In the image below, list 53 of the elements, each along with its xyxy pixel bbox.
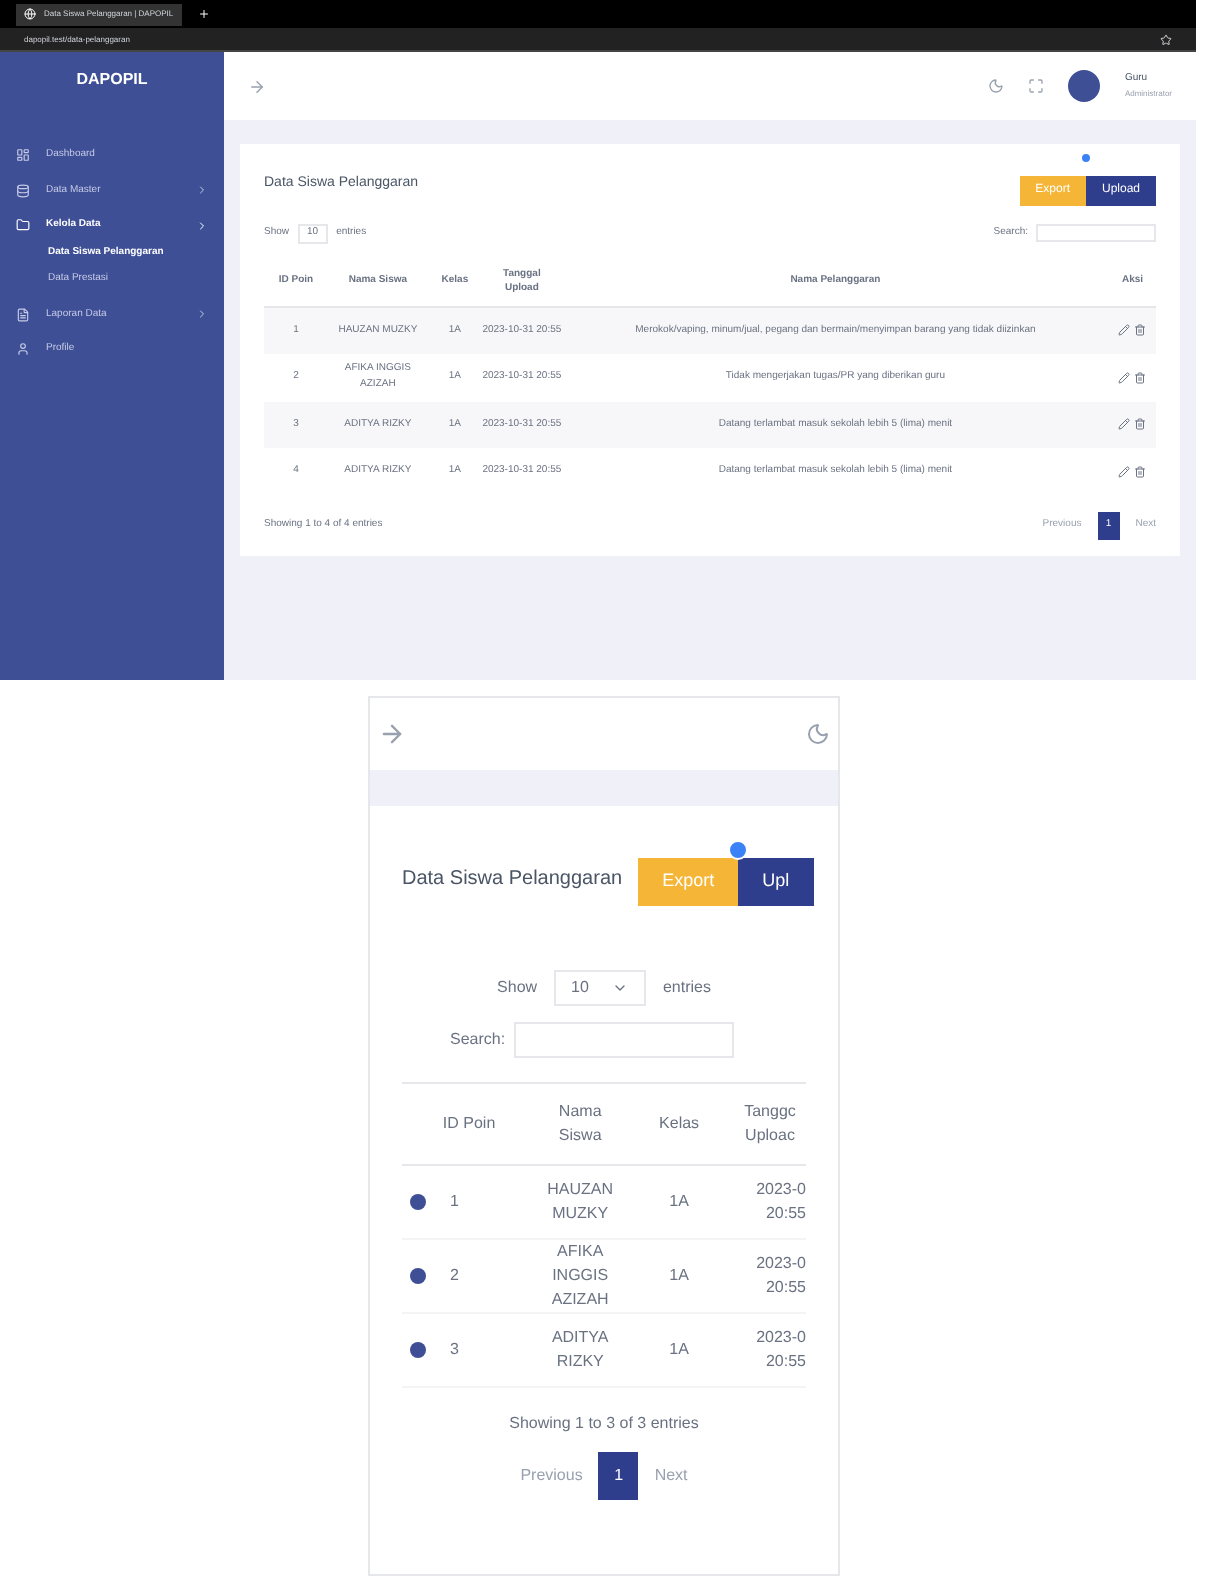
new-tab-icon[interactable] — [197, 8, 210, 20]
arrow-right-icon[interactable] — [248, 77, 266, 95]
search-label: Search: — [450, 1027, 506, 1051]
table-cell: 1A — [624, 1238, 734, 1312]
entries-label: entries — [662, 975, 711, 999]
moon-icon[interactable] — [806, 722, 830, 746]
table-cell: 1A — [624, 1164, 734, 1238]
expand-icon[interactable] — [410, 1341, 426, 1357]
next-link[interactable]: Next — [654, 1463, 688, 1487]
column-header[interactable]: Tanggc Uploac — [734, 1082, 806, 1164]
edit-icon[interactable] — [1118, 324, 1131, 337]
page-title: Data Siswa Pelanggaran — [402, 866, 623, 895]
search-field[interactable] — [1036, 224, 1156, 243]
column-header[interactable]: ID Poin — [402, 1082, 537, 1164]
table-cell: 3 — [450, 1337, 459, 1361]
table-cell: 1A — [624, 1312, 734, 1386]
database-icon — [16, 183, 30, 198]
table-cell: HAUZAN MUZKY — [536, 1164, 625, 1238]
page-button[interactable]: 1 — [598, 1451, 639, 1499]
edit-icon[interactable] — [1118, 371, 1131, 384]
action-button[interactable]: Upl — [738, 858, 814, 905]
previous-link[interactable]: Previous — [520, 1463, 583, 1487]
table-cell: 2023-0 20:55 — [734, 1238, 806, 1312]
table-cell: AFIKA INGGIS AZIZAH — [536, 1238, 625, 1312]
table-cell: 2023-0 20:55 — [734, 1312, 806, 1386]
arrow-right-icon[interactable] — [378, 720, 406, 748]
folder-icon — [16, 218, 30, 233]
edit-icon[interactable] — [1118, 465, 1131, 478]
table-cell: ADITYA RIZKY — [536, 1312, 625, 1386]
avatar[interactable] — [1068, 70, 1101, 102]
dashboard-icon — [16, 148, 30, 163]
search-field[interactable] — [513, 1021, 734, 1057]
trash-icon[interactable] — [1134, 418, 1147, 431]
document-icon — [16, 307, 30, 322]
user-icon — [16, 342, 30, 357]
brand-logo: DAPOPIL — [74, 68, 150, 92]
trash-icon[interactable] — [1134, 324, 1147, 337]
trash-icon[interactable] — [1134, 465, 1147, 478]
show-label: Show — [497, 975, 538, 999]
edit-icon[interactable] — [1118, 418, 1131, 431]
moon-icon[interactable] — [988, 78, 1005, 94]
expand-icon[interactable] — [410, 1267, 426, 1283]
entries-select[interactable]: 10 — [553, 969, 647, 1005]
table-cell: 2023-0 20:55 — [734, 1164, 806, 1238]
globe-icon — [24, 8, 36, 20]
expand-icon[interactable] — [410, 1193, 426, 1209]
table-cell: 1 — [450, 1189, 459, 1213]
star-icon[interactable] — [1160, 33, 1172, 45]
column-header[interactable]: Nama Siswa — [536, 1082, 625, 1164]
trash-icon[interactable] — [1134, 371, 1147, 384]
entries-info: Showing 1 to 3 of 3 entries — [509, 1411, 699, 1435]
column-header[interactable]: Kelas — [624, 1082, 734, 1164]
table-cell: 2 — [450, 1263, 459, 1287]
